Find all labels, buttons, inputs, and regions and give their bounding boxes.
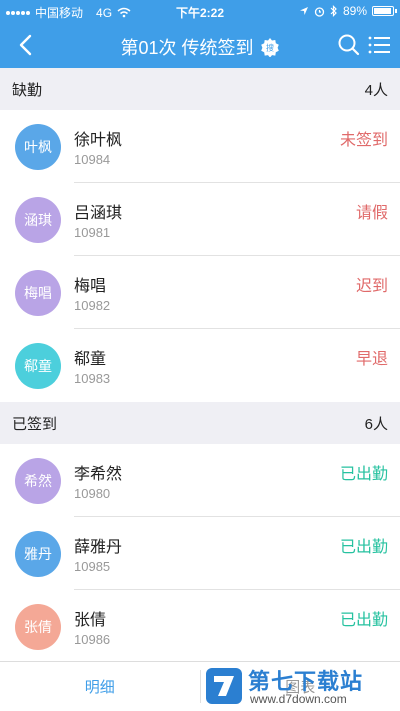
student-id: 10983 (74, 371, 111, 386)
student-id: 10986 (74, 632, 111, 647)
status-label: 未签到 (339, 132, 388, 149)
section-count: 4人 (364, 81, 388, 99)
status-label: 已出勤 (339, 612, 388, 629)
watermark-url: www.d7down.com (250, 692, 347, 706)
status-label: 已出勤 (339, 466, 388, 483)
avatar: 张倩 (15, 604, 61, 650)
site-logo-icon (206, 668, 242, 704)
list-menu-icon (368, 36, 390, 54)
student-id: 10985 (74, 559, 111, 574)
list-item[interactable]: 郗童 郗童 10983 早退 (0, 329, 400, 402)
list-item[interactable]: 张倩 张倩 10986 已出勤 (0, 590, 400, 661)
student-id: 10982 (74, 298, 111, 313)
list-item[interactable]: 雅丹 薛雅丹 10985 已出勤 (0, 517, 400, 590)
avatar: 叶枫 (15, 124, 61, 170)
bluetooth-icon (330, 5, 337, 17)
tab-detail[interactable]: 明细 (0, 662, 200, 711)
list-item[interactable]: 希然 李希然 10980 已出勤 (0, 444, 400, 517)
page-title: 第01次 传统签到 (120, 38, 254, 58)
list-item[interactable]: 涵琪 吕涵琪 10981 请假 (0, 183, 400, 256)
status-bar: 中国移动 4G 下午2:22 89% (0, 0, 400, 22)
avatar: 希然 (15, 458, 61, 504)
search-button[interactable] (336, 32, 362, 58)
status-label: 迟到 (355, 278, 388, 295)
menu-button[interactable] (366, 32, 392, 58)
student-name: 徐叶枫 (74, 132, 123, 149)
student-name: 郗童 (74, 351, 107, 368)
nav-bar: 第01次 传统签到 搜 (0, 22, 400, 68)
student-name: 张倩 (74, 612, 107, 629)
status-label: 早退 (355, 351, 388, 368)
section-title: 缺勤 (12, 81, 43, 99)
alarm-icon (314, 6, 325, 17)
student-name: 梅唱 (74, 278, 107, 295)
status-label: 请假 (355, 205, 388, 222)
badge-icon[interactable]: 搜 (260, 37, 280, 57)
section-header-absent: 缺勤 4人 (0, 68, 400, 110)
battery-icon (372, 6, 397, 16)
list-item[interactable]: 梅唱 梅唱 10982 迟到 (0, 256, 400, 329)
student-id: 10981 (74, 225, 111, 240)
section-header-signed: 已签到 6人 (0, 402, 400, 444)
attendance-list[interactable]: 缺勤 4人 叶枫 徐叶枫 10984 未签到 涵琪 吕涵琪 10981 请假 梅… (0, 68, 400, 661)
section-title: 已签到 (12, 415, 58, 433)
avatar: 梅唱 (15, 270, 61, 316)
battery-percent: 89% (342, 4, 367, 18)
status-label: 已出勤 (339, 539, 388, 556)
student-name: 李希然 (74, 466, 123, 483)
section-count: 6人 (364, 415, 388, 433)
badge-text: 搜 (266, 43, 274, 53)
student-name: 薛雅丹 (74, 539, 123, 556)
student-id: 10980 (74, 486, 111, 501)
location-icon (299, 7, 308, 15)
student-id: 10984 (74, 152, 111, 167)
watermark: 第七下载站 www.d7down.com (204, 664, 394, 710)
student-name: 吕涵琪 (74, 205, 123, 222)
list-item[interactable]: 叶枫 徐叶枫 10984 未签到 (0, 110, 400, 183)
search-icon (338, 34, 360, 56)
status-right: 89% (299, 4, 397, 18)
avatar: 郗童 (15, 343, 61, 389)
avatar: 涵琪 (15, 197, 61, 243)
avatar: 雅丹 (15, 531, 61, 577)
